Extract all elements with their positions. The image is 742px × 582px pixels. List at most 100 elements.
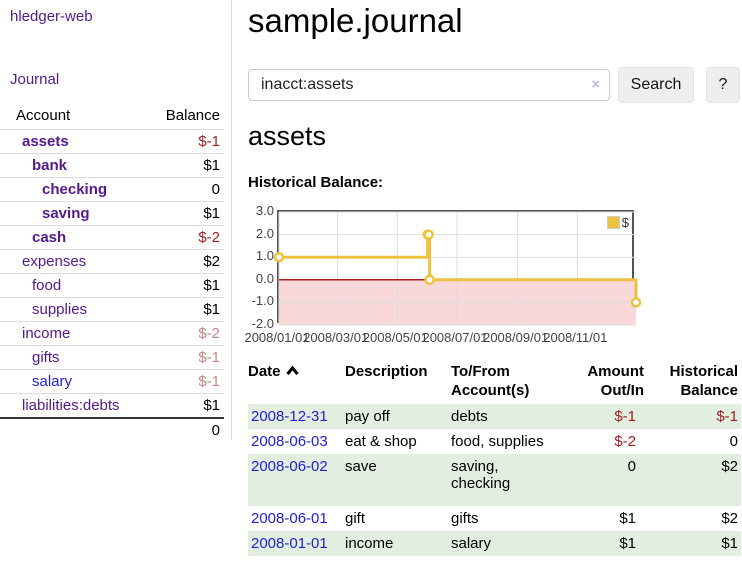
register-col-accounts: To/From Account(s): [451, 358, 569, 404]
clear-search-icon[interactable]: ×: [591, 76, 600, 94]
transaction-balance: 0: [644, 429, 741, 454]
account-link-saving[interactable]: saving: [42, 205, 90, 222]
account-link-supplies[interactable]: supplies: [32, 301, 87, 318]
transaction-balance: $2: [644, 454, 741, 506]
account-link-cash[interactable]: cash: [32, 229, 66, 246]
chart-legend: $: [607, 215, 629, 230]
register-row: 2008-06-02 save saving, checking 0 $2: [248, 454, 741, 506]
transaction-accounts: food, supplies: [451, 429, 569, 454]
transaction-accounts: debts: [451, 404, 569, 429]
x-tick-label: 2008/09/01: [483, 330, 548, 345]
account-row: income $-2: [0, 322, 224, 346]
y-tick-label: 0.0: [248, 272, 274, 285]
accounts-total-row: 0: [0, 418, 224, 442]
transaction-accounts: salary: [451, 531, 569, 556]
x-tick-label: 2008/11/01: [543, 330, 607, 345]
transaction-date-link[interactable]: 2008-06-02: [251, 458, 328, 475]
sidebar: hledger-web Journal Account Balance asse…: [0, 0, 231, 582]
transaction-amount: $-2: [569, 429, 644, 454]
x-tick-label: 2008/07/01: [422, 330, 487, 345]
account-link-income[interactable]: income: [22, 325, 70, 342]
register-row: 2008-06-03 eat & shop food, supplies $-2…: [248, 429, 741, 454]
legend-label: $: [622, 215, 629, 230]
y-tick-label: 1.0: [248, 249, 274, 262]
transaction-description: save: [345, 454, 451, 506]
search-bar: × Search ?: [248, 67, 742, 105]
account-link-salary[interactable]: salary: [32, 373, 72, 390]
main-content: sample.journal × Search ? assets Histori…: [248, 0, 742, 582]
y-tick-label: -1.0: [248, 294, 274, 307]
account-balance: $-2: [138, 226, 224, 250]
accounts-total-value: 0: [138, 418, 224, 442]
account-link-gifts[interactable]: gifts: [32, 349, 60, 366]
transaction-amount: $-1: [569, 404, 644, 429]
register-col-date[interactable]: Date: [248, 358, 345, 404]
account-link-expenses[interactable]: expenses: [22, 253, 86, 270]
transaction-balance: $1: [644, 531, 741, 556]
account-row: liabilities:debts $1: [0, 394, 224, 419]
account-balance: $1: [138, 274, 224, 298]
y-tick-label: 3.0: [248, 204, 274, 217]
accounts-col-account: Account: [0, 104, 138, 130]
account-balance: $1: [138, 298, 224, 322]
account-balance: $1: [138, 394, 224, 419]
register-row: 2008-12-31 pay off debts $-1 $-1: [248, 404, 741, 429]
account-row: checking 0: [0, 178, 224, 202]
transaction-date-link[interactable]: 2008-06-03: [251, 433, 328, 450]
brand-link[interactable]: hledger-web: [10, 8, 93, 25]
transaction-description: income: [345, 531, 451, 556]
account-row: bank $1: [0, 154, 224, 178]
search-button[interactable]: Search: [618, 67, 694, 103]
account-row: salary $-1: [0, 370, 224, 394]
account-link-bank[interactable]: bank: [32, 157, 67, 174]
register-col-description: Description: [345, 358, 451, 404]
y-tick-label: -2.0: [248, 317, 274, 330]
help-button[interactable]: ?: [706, 67, 740, 103]
transaction-accounts: gifts: [451, 506, 569, 531]
account-row: assets$-1: [0, 130, 224, 154]
sort-asc-icon: [285, 362, 300, 381]
transaction-amount: $1: [569, 506, 644, 531]
account-balance: $-2: [138, 322, 224, 346]
account-row: supplies $1: [0, 298, 224, 322]
account-row: gifts $-1: [0, 346, 224, 370]
register-row: 2008-01-01 income salary $1 $1: [248, 531, 741, 556]
search-box: ×: [248, 69, 610, 101]
account-row: food $1: [0, 274, 224, 298]
sidebar-divider: [231, 0, 232, 440]
account-balance: $-1: [138, 346, 224, 370]
register-row: 2008-06-01 gift gifts $1 $2: [248, 506, 741, 531]
nav-journal-link[interactable]: Journal: [10, 71, 59, 88]
account-link-checking[interactable]: checking: [42, 181, 107, 198]
x-tick-label: 2008/03/01: [303, 330, 368, 345]
account-link-food[interactable]: food: [32, 277, 61, 294]
legend-swatch-icon: [607, 216, 620, 229]
transaction-date-link[interactable]: 2008-01-01: [251, 535, 328, 552]
chart-title: Historical Balance:: [248, 174, 383, 191]
historical-balance-chart: 3.02.01.00.0-1.0-2.0 $ 2008/01/012008/03…: [248, 196, 742, 351]
transaction-date-link[interactable]: 2008-12-31: [251, 408, 328, 425]
register-header-row: Date Description To/From Account(s) Amou…: [248, 358, 741, 404]
chart-plot-area: $: [277, 210, 634, 323]
page-title: sample.journal: [248, 2, 463, 40]
transaction-balance: $2: [644, 506, 741, 531]
account-balance: $1: [138, 154, 224, 178]
account-row: expenses$2: [0, 250, 224, 274]
account-link-assets[interactable]: assets: [22, 133, 69, 150]
account-link-liabilities-debts[interactable]: liabilities:debts: [22, 397, 120, 414]
x-tick-label: 2008/05/01: [363, 330, 428, 345]
transaction-date-link[interactable]: 2008-06-01: [251, 510, 328, 527]
account-balance: $-1: [138, 370, 224, 394]
register-table: Date Description To/From Account(s) Amou…: [248, 358, 741, 556]
y-tick-label: 2.0: [248, 227, 274, 240]
accounts-table: Account Balance assets$-1 bank$1 checkin…: [0, 104, 224, 442]
x-tick-label: 2008/01/01: [244, 330, 309, 345]
account-heading: assets: [248, 121, 326, 152]
transaction-balance: $-1: [644, 404, 741, 429]
transaction-description: pay off: [345, 404, 451, 429]
transaction-accounts: saving, checking: [451, 454, 569, 506]
account-balance: $1: [138, 202, 224, 226]
search-input[interactable]: [248, 69, 610, 101]
account-row: cash $-2: [0, 226, 224, 250]
account-balance: 0: [138, 178, 224, 202]
